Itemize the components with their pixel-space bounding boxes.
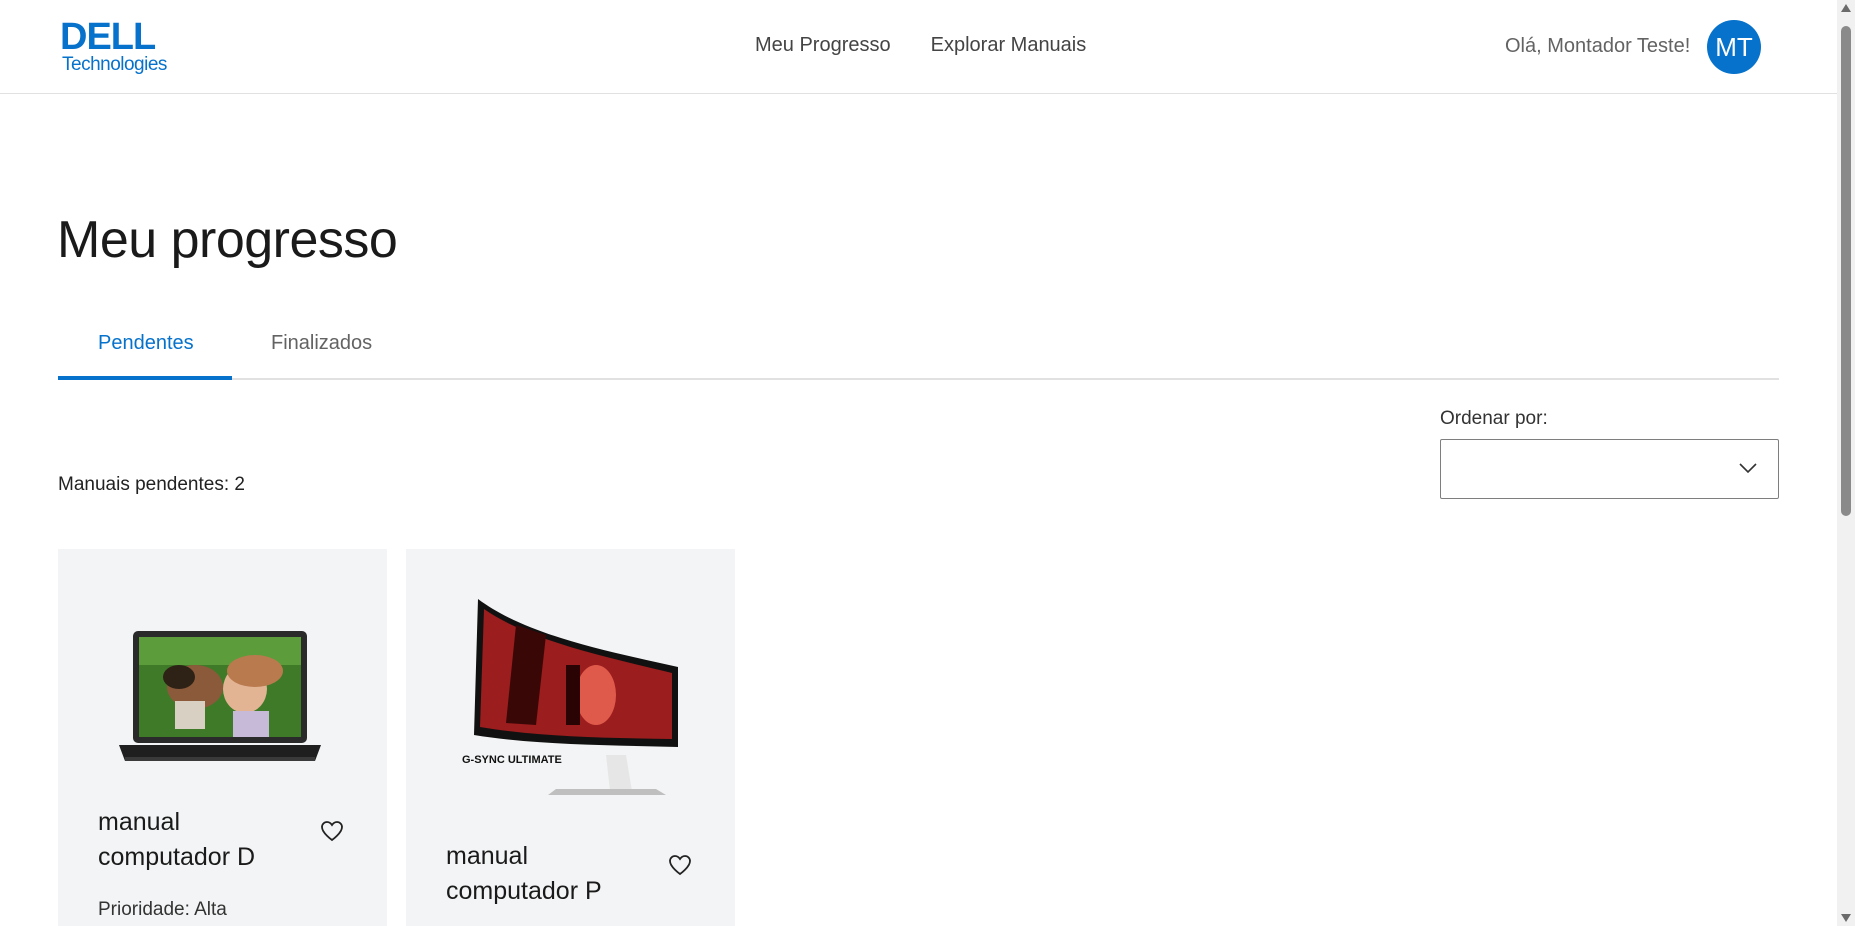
curved-monitor-image: G-SYNC ULTIMATE (462, 599, 678, 795)
logo-brand: DELL (60, 16, 156, 58)
scroll-up-arrow-icon[interactable] (1841, 4, 1851, 12)
sort-select[interactable] (1440, 439, 1779, 499)
tab-pendentes[interactable]: Pendentes (98, 332, 194, 355)
dell-logo[interactable]: DELL Technologies (60, 18, 170, 78)
nav-link-meu-progresso[interactable]: Meu Progresso (755, 34, 891, 57)
laptop-image (119, 631, 321, 761)
main-nav: Meu Progresso Explorar Manuais (755, 34, 1086, 57)
manual-card[interactable]: G-SYNC ULTIMATE manual computador P (406, 549, 735, 926)
nav-link-explorar-manuais[interactable]: Explorar Manuais (931, 34, 1087, 57)
page-title: Meu progresso (57, 211, 398, 269)
progress-tabs: Pendentes Finalizados (58, 318, 1779, 380)
avatar[interactable]: MT (1707, 20, 1761, 74)
manual-card[interactable]: manual computador D Prioridade: Alta (58, 549, 387, 926)
card-title[interactable]: manual computador P (446, 839, 636, 909)
tab-finalizados[interactable]: Finalizados (271, 332, 372, 355)
heart-icon[interactable] (320, 820, 344, 842)
logo-subtitle: Technologies (62, 54, 167, 75)
user-greeting: Olá, Montador Teste! (1505, 35, 1691, 57)
heart-icon[interactable] (668, 854, 692, 876)
card-priority: Prioridade: Alta (98, 899, 227, 920)
scroll-thumb[interactable] (1841, 26, 1851, 516)
gsync-badge-text: G-SYNC ULTIMATE (462, 754, 562, 766)
pending-count: Manuais pendentes: 2 (58, 474, 245, 495)
sort-label: Ordenar por: (1440, 408, 1548, 429)
active-tab-indicator (58, 376, 232, 380)
chevron-down-icon (1739, 463, 1757, 474)
page-scrollbar[interactable] (1837, 0, 1855, 926)
scroll-down-arrow-icon[interactable] (1841, 914, 1851, 922)
top-header: DELL Technologies Meu Progresso Explorar… (0, 0, 1837, 94)
card-title[interactable]: manual computador D (98, 805, 288, 875)
